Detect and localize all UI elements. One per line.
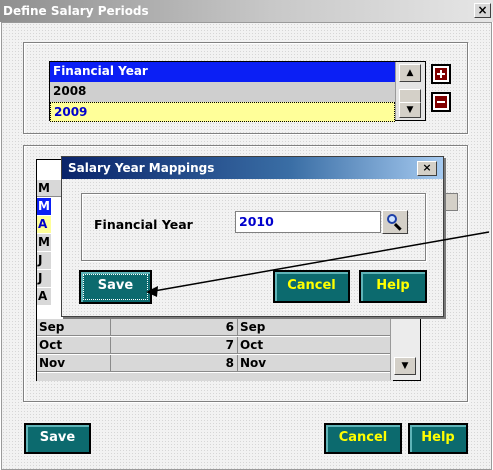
help-button[interactable]: Help: [408, 423, 468, 454]
annotation-arrow: [146, 231, 490, 297]
define-salary-periods-window: Define Salary Periods × Financial Year 2…: [0, 0, 493, 470]
cancel-button[interactable]: Cancel: [324, 423, 402, 454]
save-button[interactable]: Save: [24, 423, 91, 454]
